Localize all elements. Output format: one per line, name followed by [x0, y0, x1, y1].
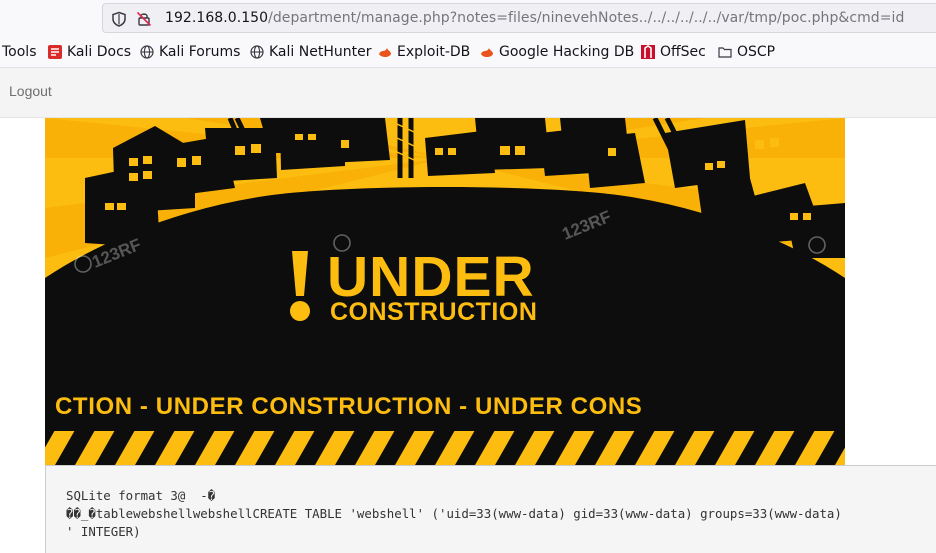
logout-link[interactable]: Logout	[9, 83, 52, 99]
bookmark-kali-forums[interactable]: Kali Forums	[140, 43, 240, 61]
exploit-db-icon	[379, 48, 391, 57]
bookmark-label: Tools	[2, 44, 37, 60]
url-path: /department/manage.php?notes=files/ninev…	[268, 10, 905, 26]
bookmark-label: OffSec	[660, 44, 706, 60]
output-line: SQLite format 3@ -�	[66, 488, 216, 503]
output-line: ��_�tablewebshellwebshellCREATE TABLE 'w…	[66, 506, 842, 521]
globe-icon	[250, 45, 264, 59]
browser-toolbar: 192.168.0.150/department/manage.php?note…	[0, 0, 936, 36]
bookmark-exploit-db[interactable]: Exploit-DB	[378, 43, 470, 61]
offsec-icon	[641, 45, 655, 59]
bookmark-offsec[interactable]: OffSec	[641, 43, 706, 61]
url-text[interactable]: 192.168.0.150/department/manage.php?note…	[165, 10, 904, 26]
globe-icon	[140, 45, 154, 59]
bookmark-label: Kali Docs	[67, 44, 132, 60]
shield-icon[interactable]	[111, 11, 127, 27]
bookmark-label: Kali Forums	[159, 44, 241, 60]
bookmark-kali-docs[interactable]: Kali Docs	[48, 43, 131, 61]
bookmark-google-hacking-db[interactable]: Google Hacking DB	[480, 43, 634, 61]
command-output: SQLite format 3@ -� ��_�tablewebshellweb…	[45, 465, 936, 553]
kali-docs-icon	[48, 45, 62, 59]
bookmark-label: Google Hacking DB	[499, 44, 635, 60]
bookmark-label: OSCP	[737, 44, 776, 60]
bookmark-label: Kali NetHunter	[269, 44, 372, 60]
bookmark-oscp[interactable]: OSCP	[718, 43, 775, 61]
banner-image: UNDER CONSTRUCTION 123RF 123RF CTION - U…	[45, 118, 845, 465]
under-construction-banner: UNDER CONSTRUCTION 123RF 123RF CTION - U…	[45, 118, 845, 465]
exploit-db-icon	[481, 48, 493, 57]
bookmark-kali-nethunter[interactable]: Kali NetHunter	[250, 43, 371, 61]
page-navbar: Logout	[0, 68, 936, 118]
insecure-lock-icon[interactable]	[136, 11, 152, 27]
output-line: ' INTEGER)	[66, 524, 141, 539]
output-text: SQLite format 3@ -� ��_�tablewebshellweb…	[66, 487, 842, 541]
bookmark-label: Exploit-DB	[397, 44, 471, 60]
bookmarks-toolbar: Tools Kali Docs Kali Forums Kali NetHunt…	[0, 36, 936, 68]
banner-subheadline: CONSTRUCTION	[330, 298, 537, 326]
banner-ticker: CTION - UNDER CONSTRUCTION - UNDER CONS	[55, 393, 642, 420]
folder-icon	[718, 47, 732, 58]
address-bar[interactable]: 192.168.0.150/department/manage.php?note…	[102, 3, 936, 33]
bookmark-tools[interactable]: Tools	[2, 43, 37, 61]
url-host: 192.168.0.150	[165, 10, 269, 26]
